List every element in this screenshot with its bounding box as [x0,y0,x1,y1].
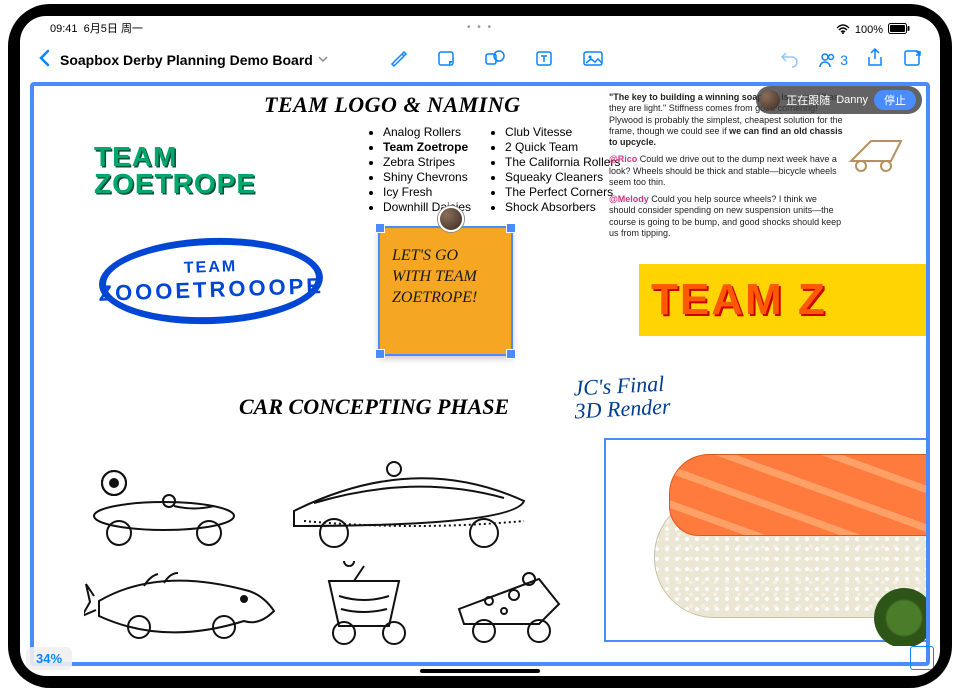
name-option: 2 Quick Team [505,140,620,154]
toolbar: Soapbox Derby Planning Demo Board [20,42,940,78]
name-option: Icy Fresh [383,185,471,199]
name-option: Analog Rollers [383,125,471,139]
mention-melody[interactable]: @Melody [609,194,649,204]
screen: 09:41 6月5日 周一 • • • 100% Soapbox Derby P… [20,16,940,676]
status-bar: 09:41 6月5日 周一 • • • 100% [20,16,940,40]
name-option: Shock Absorbers [505,200,620,214]
logo-green-l1: TEAM [94,144,256,171]
status-left: 09:41 6月5日 周一 [50,20,143,40]
battery-text: 100% [855,24,883,36]
board-title: Soapbox Derby Planning Demo Board [60,52,313,68]
mention-rico[interactable]: @Rico [609,154,637,164]
cart-doodle-icon [846,126,906,176]
heading-concepting: CAR CONCEPTING PHASE [239,394,509,420]
logo-orange: TEAM Z [639,264,930,336]
name-option: Shiny Chevrons [383,170,471,184]
back-button[interactable] [38,49,50,72]
logo-blue-ring: TEAM ZOOOETROOOPE [98,234,325,328]
ipad-frame: 09:41 6月5日 周一 • • • 100% Soapbox Derby P… [8,4,952,688]
logo-green: TEAM ZOETROPE [94,144,256,197]
logo-green-l2: ZOETROPE [94,171,256,198]
name-option: Team Zoetrope [383,140,471,154]
name-option: The Perfect Corners [505,185,620,199]
board-canvas[interactable]: 正在跟随 Danny 停止 TEAM LOGO & NAMING TEAM ZO… [30,82,930,666]
media-tool-icon[interactable] [582,48,604,73]
pen-tool-icon[interactable] [388,48,408,73]
follow-status: 正在跟随 [786,92,830,108]
battery-icon [888,23,910,37]
sticky-note-tool-icon[interactable] [436,48,456,73]
name-option: The California Rollers [505,155,620,169]
collaborators-button[interactable]: 3 [817,50,848,70]
ring-l2: ZOOOETROOOPE [98,273,324,307]
wifi-icon [836,24,850,37]
share-button[interactable] [866,47,884,74]
collaborator-cursor-avatar [438,206,464,232]
board-title-dropdown[interactable]: Soapbox Derby Planning Demo Board [60,52,328,68]
text-tool-icon[interactable] [534,48,554,73]
research-text: "The key to building a winning soapbox i… [609,92,844,239]
sticky-note-selected[interactable]: LET'S GO WITH TEAM ZOETROPE! [378,226,513,356]
toolbar-right: 3 [779,47,922,74]
follow-name: Danny [836,94,868,106]
follow-stop-button[interactable]: 停止 [874,90,916,110]
name-option: Zebra Stripes [383,155,471,169]
tool-group [388,48,604,73]
car-sketches [74,441,564,651]
status-right: 100% [836,20,910,40]
heading-logo-naming: TEAM LOGO & NAMING [264,92,521,118]
sushi-car-render [624,406,930,646]
ring-l1: TEAM [184,258,238,278]
name-options-col2: Club Vitesse2 Quick TeamThe California R… [489,124,620,215]
multitask-dots-icon[interactable]: • • • [467,22,493,33]
name-options-col1: Analog RollersTeam ZoetropeZebra Stripes… [367,124,471,215]
status-date: 6月5日 周一 [84,23,143,35]
name-option: Club Vitesse [505,125,620,139]
undo-button[interactable] [779,48,799,73]
name-option: Squeaky Cleaners [505,170,620,184]
home-indicator[interactable] [420,669,540,673]
zoom-button[interactable]: 34% [26,647,72,670]
shape-tool-icon[interactable] [484,48,506,73]
sticky-text: LET'S GO WITH TEAM ZOETROPE! [392,247,477,306]
follow-pill: 正在跟随 Danny 停止 [756,86,922,114]
chevron-down-icon [318,55,328,66]
status-time: 09:41 [50,23,78,35]
name-options: Analog RollersTeam ZoetropeZebra Stripes… [367,124,620,215]
follow-avatar [760,90,780,110]
new-board-button[interactable] [902,48,922,73]
collab-count: 3 [840,52,848,68]
minimap-button[interactable] [910,646,934,670]
